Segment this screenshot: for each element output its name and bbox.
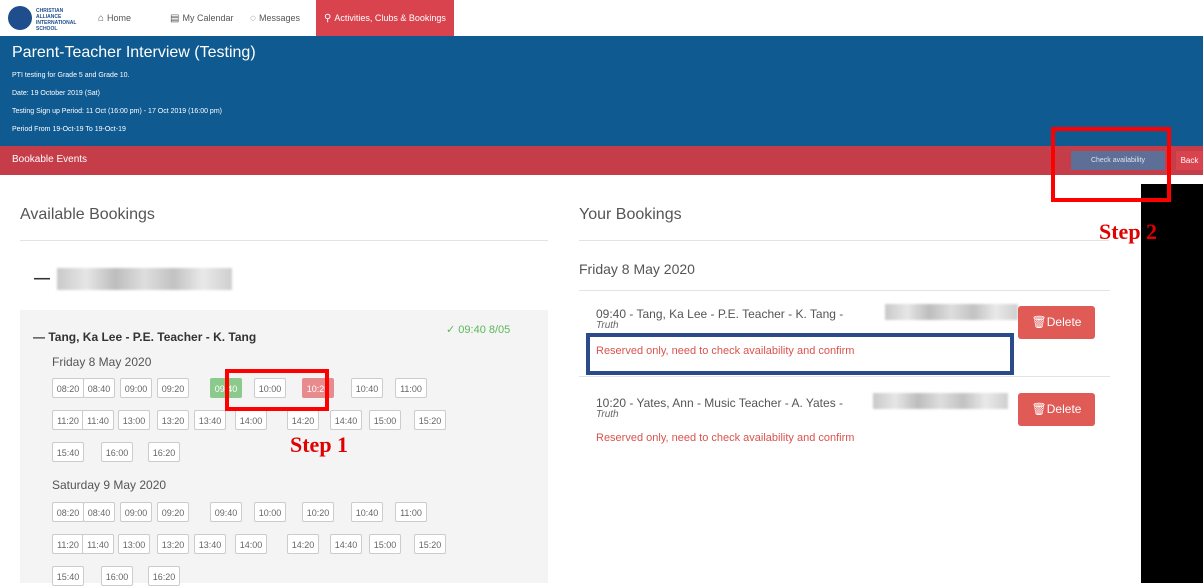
redacted-student-name [57, 268, 232, 290]
divider [20, 240, 548, 241]
time-slot-1500[interactable]: 15:00 [369, 534, 401, 554]
time-slot-1620[interactable]: 16:20 [148, 566, 180, 586]
time-slot-1620[interactable]: 16:20 [148, 442, 180, 462]
collapse-teacher-icon: — [33, 330, 49, 344]
top-navigation: CHRISTIAN ALLIANCE INTERNATIONAL SCHOOL … [0, 0, 1203, 37]
booking-2-text: 10:20 - Yates, Ann - Music Teacher - A. … [596, 396, 844, 410]
time-slot-1100[interactable]: 11:00 [395, 502, 427, 522]
booking-2-sub: Truth [596, 409, 619, 420]
step1-label: Step 1 [290, 432, 349, 457]
time-slot-0820[interactable]: 08:20 [52, 378, 84, 398]
booked-slot-note: ✓ 09:40 8/05 [446, 324, 511, 336]
time-slot-1400[interactable]: 14:00 [235, 410, 267, 430]
time-slot-0940[interactable]: 09:40 [210, 502, 242, 522]
time-slot-0840[interactable]: 08:40 [83, 502, 115, 522]
time-slot-1320[interactable]: 13:20 [157, 534, 189, 554]
your-bookings-title: Your Bookings [579, 206, 682, 223]
event-date: Date: 19 October 2019 (Sat) [12, 90, 100, 97]
time-slot-1440[interactable]: 14:40 [330, 410, 362, 430]
time-slot-0840[interactable]: 08:40 [83, 378, 115, 398]
check-icon: ✓ [446, 324, 459, 336]
activities-icon: ⚲ [324, 13, 332, 24]
time-slot-1300[interactable]: 13:00 [118, 410, 150, 430]
redacted-student-name [885, 304, 1018, 320]
step2-label: Step 2 [1099, 219, 1158, 244]
delete-booking-1-button[interactable]: 🗑Delete [1018, 306, 1095, 339]
time-slot-1520[interactable]: 15:20 [414, 410, 446, 430]
step2-highlight-box [1051, 127, 1171, 202]
day-label-friday: Friday 8 May 2020 [52, 355, 152, 369]
page-title: Parent-Teacher Interview (Testing) [12, 44, 256, 61]
booking-date: Friday 8 May 2020 [579, 261, 695, 277]
time-slot-1020[interactable]: 10:20 [302, 502, 334, 522]
nav-my-calendar[interactable]: ▤ My Calendar [170, 0, 233, 36]
time-slot-0900[interactable]: 09:00 [120, 502, 152, 522]
time-slot-1440[interactable]: 14:40 [330, 534, 362, 554]
teacher-header[interactable]: — Tang, Ka Lee - P.E. Teacher - K. Tang [33, 330, 256, 344]
time-slot-1340[interactable]: 13:40 [194, 410, 226, 430]
time-slot-1140[interactable]: 11:40 [82, 410, 114, 430]
nav-home[interactable]: ⌂ Home [98, 0, 131, 36]
signup-period: Testing Sign up Period: 11 Oct (16:00 pm… [12, 108, 222, 115]
time-slot-1600[interactable]: 16:00 [101, 566, 133, 586]
calendar-icon: ▤ [170, 13, 180, 24]
booking-2-warning: Reserved only, need to check availabilit… [596, 432, 855, 444]
warning-highlight-box [586, 333, 1014, 375]
time-slot-1340[interactable]: 13:40 [194, 534, 226, 554]
time-slot-0920[interactable]: 09:20 [157, 378, 189, 398]
time-slot-1600[interactable]: 16:00 [101, 442, 133, 462]
collapse-student-icon[interactable]: — [34, 270, 50, 288]
redacted-student-name [873, 393, 1008, 409]
time-slot-1520[interactable]: 15:20 [414, 534, 446, 554]
divider [579, 376, 1110, 377]
delete-booking-2-button[interactable]: 🗑Delete [1018, 393, 1095, 426]
time-slot-1100[interactable]: 11:00 [395, 378, 427, 398]
school-name: CHRISTIAN ALLIANCE INTERNATIONAL SCHOOL [36, 8, 77, 32]
booking-1-sub: Truth [596, 320, 619, 331]
home-icon: ⌂ [98, 13, 105, 24]
time-slot-1420[interactable]: 14:20 [287, 534, 319, 554]
time-slot-1040[interactable]: 10:40 [351, 378, 383, 398]
time-slot-1320[interactable]: 13:20 [157, 410, 189, 430]
period-range: Period From 19-Oct-19 To 19-Oct-19 [12, 126, 126, 133]
time-slot-1000[interactable]: 10:00 [254, 502, 286, 522]
booking-1-text: 09:40 - Tang, Ka Lee - P.E. Teacher - K.… [596, 307, 844, 321]
bookable-events-bar: Bookable Events [0, 146, 1203, 175]
school-logo-icon[interactable] [8, 6, 32, 30]
event-description: PTI testing for Grade 5 and Grade 10. [12, 72, 130, 79]
nav-activities-clubs-bookings[interactable]: ⚲ Activities, Clubs & Bookings [316, 0, 454, 36]
time-slot-1120[interactable]: 11:20 [52, 410, 84, 430]
time-slot-1040[interactable]: 10:40 [351, 502, 383, 522]
time-slot-0820[interactable]: 08:20 [52, 502, 84, 522]
time-slot-1500[interactable]: 15:00 [369, 410, 401, 430]
time-slot-1540[interactable]: 15:40 [52, 566, 84, 586]
bookable-events-label: Bookable Events [12, 154, 88, 165]
time-slot-0920[interactable]: 09:20 [157, 502, 189, 522]
trash-icon: 🗑 [1031, 315, 1047, 329]
trash-icon: 🗑 [1031, 402, 1047, 416]
time-slot-0900[interactable]: 09:00 [120, 378, 152, 398]
nav-messages[interactable]: ◌ Messages [250, 0, 300, 36]
time-slot-1140[interactable]: 11:40 [82, 534, 114, 554]
messages-icon: ◌ [250, 13, 256, 24]
day-label-saturday: Saturday 9 May 2020 [52, 478, 167, 492]
step1-highlight-box [225, 369, 329, 411]
divider [579, 240, 1109, 241]
divider [579, 290, 1110, 291]
event-header: Parent-Teacher Interview (Testing) PTI t… [0, 36, 1203, 146]
time-slot-1400[interactable]: 14:00 [235, 534, 267, 554]
available-bookings-title: Available Bookings [20, 206, 155, 223]
time-slot-1540[interactable]: 15:40 [52, 442, 84, 462]
time-slot-1300[interactable]: 13:00 [118, 534, 150, 554]
back-button[interactable]: Back [1176, 151, 1203, 170]
time-slot-1120[interactable]: 11:20 [52, 534, 84, 554]
time-slot-1420[interactable]: 14:20 [287, 410, 319, 430]
